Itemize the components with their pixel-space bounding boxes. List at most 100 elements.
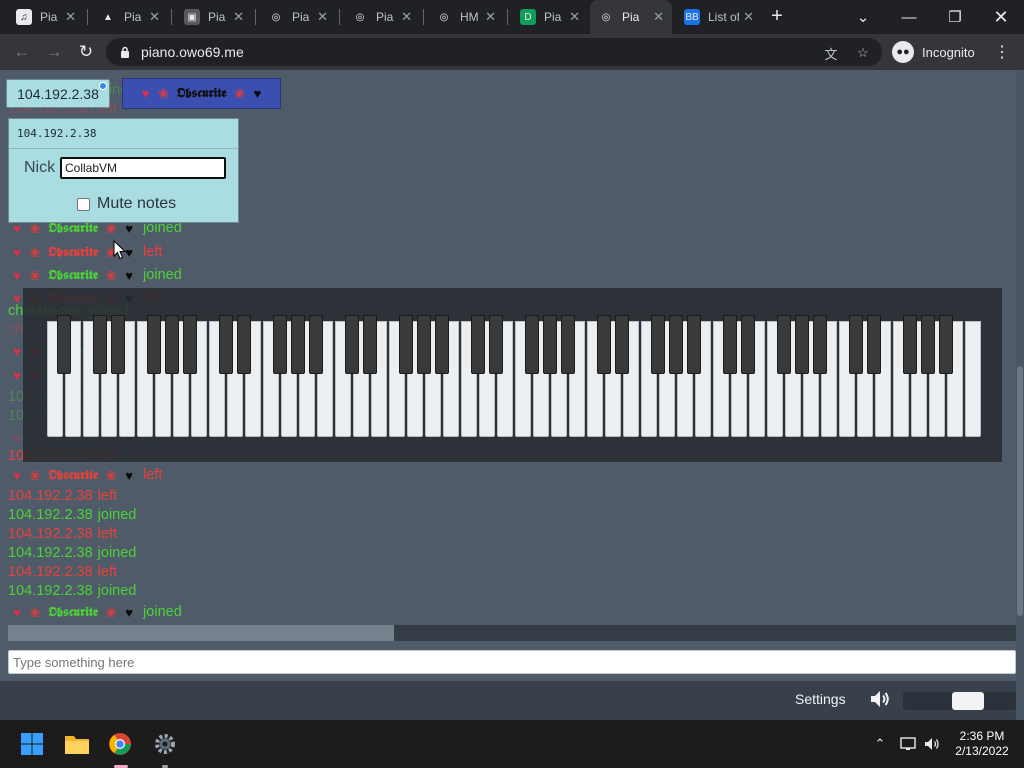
new-tab-button[interactable]: + — [766, 5, 788, 27]
bb-icon: BB — [684, 9, 700, 25]
browser-tab[interactable]: BB List of M✕ — [676, 0, 762, 34]
piano-black-key[interactable] — [777, 315, 791, 374]
piano-black-key[interactable] — [525, 315, 539, 374]
windows-start-icon[interactable] — [16, 728, 48, 760]
piano-black-key[interactable] — [309, 315, 323, 374]
browser-tab[interactable]: ▲ Pia ✕ — [92, 0, 168, 34]
piano-black-key[interactable] — [741, 315, 755, 374]
piano-black-key[interactable] — [363, 315, 377, 374]
piano-black-key[interactable] — [417, 315, 431, 374]
piano-black-key[interactable] — [291, 315, 305, 374]
close-tab-icon[interactable]: ✕ — [65, 9, 76, 25]
piano-black-key[interactable] — [273, 315, 287, 374]
network-icon[interactable] — [898, 734, 918, 754]
back-button[interactable]: ← — [10, 40, 34, 64]
tab-search-button[interactable]: ⌄ — [840, 0, 886, 34]
chat-message: 104.192.2.38left — [8, 525, 117, 544]
volume-slider[interactable] — [903, 692, 1016, 710]
browser-tab[interactable]: ◎ Pia ✕ — [344, 0, 420, 34]
chat-message: ♥ ❀ 𝕺𝖇𝖘𝖈𝖚𝖗𝖎𝖙𝖊 ❀ ♥ joined — [8, 603, 182, 622]
close-tab-icon[interactable]: ✕ — [743, 9, 754, 25]
system-clock[interactable]: 2:36 PM 2/13/2022 — [946, 729, 1018, 759]
close-tab-icon[interactable]: ✕ — [149, 9, 160, 25]
piano-black-key[interactable] — [147, 315, 161, 374]
piano-black-key[interactable] — [903, 315, 917, 374]
piano-black-key[interactable] — [561, 315, 575, 374]
page-scrollbar[interactable] — [1016, 70, 1024, 720]
mute-notes-toggle[interactable]: Mute notes — [77, 195, 176, 213]
piano-black-key[interactable] — [939, 315, 953, 374]
tab-separator — [339, 9, 340, 25]
translate-icon[interactable]: 文 — [822, 44, 840, 62]
piano-page: 104.192.2.38joined104.192.2.38left♥❀𝕺𝖇𝖘𝖈… — [0, 70, 1024, 720]
piano-black-key[interactable] — [669, 315, 683, 374]
settings-button[interactable]: Settings — [795, 691, 846, 707]
piano-black-key[interactable] — [813, 315, 827, 374]
my-user-chip[interactable]: 104.192.2.38 — [6, 79, 110, 108]
piano-black-key[interactable] — [471, 315, 485, 374]
piano-black-key[interactable] — [57, 315, 71, 374]
speaker-icon[interactable] — [868, 687, 892, 711]
piano-black-key[interactable] — [615, 315, 629, 374]
browser-tab[interactable]: ◎ Pia ✕ — [260, 0, 336, 34]
reload-button[interactable]: ↻ — [74, 40, 98, 64]
close-tab-icon[interactable]: ✕ — [401, 9, 412, 25]
volume-tray-icon[interactable] — [922, 734, 942, 754]
close-tab-icon[interactable]: ✕ — [569, 9, 580, 25]
browser-tab[interactable]: ▣ Pia ✕ — [176, 0, 252, 34]
piano-black-key[interactable] — [93, 315, 107, 374]
chrome-icon[interactable] — [104, 728, 136, 760]
chat-input[interactable] — [8, 650, 1016, 674]
piano-black-key[interactable] — [489, 315, 503, 374]
piano-black-key[interactable] — [237, 315, 251, 374]
browser-tab[interactable]: D Pia ✕ — [512, 0, 588, 34]
user-chip-obscurite[interactable]: ♥ ❀ 𝕺𝖇𝖘𝖈𝖚𝖗𝖎𝖙𝖊 ❀ ♥ — [122, 78, 281, 109]
restore-button[interactable]: ❐ — [932, 0, 978, 34]
piano-white-key[interactable] — [965, 321, 981, 437]
piano-black-key[interactable] — [435, 315, 449, 374]
tab-title: Pia — [292, 10, 310, 24]
piano-black-key[interactable] — [687, 315, 701, 374]
forward-button[interactable]: → — [42, 40, 66, 64]
piano-black-key[interactable] — [723, 315, 737, 374]
piano-black-key[interactable] — [921, 315, 935, 374]
bookmark-star-icon[interactable]: ☆ — [854, 44, 872, 62]
piano-black-key[interactable] — [543, 315, 557, 374]
close-tab-icon[interactable]: ✕ — [653, 9, 664, 25]
piano-black-key[interactable] — [165, 315, 179, 374]
piano-black-key[interactable] — [597, 315, 611, 374]
piano-black-key[interactable] — [219, 315, 233, 374]
browser-tab[interactable]: ♫ Pia ✕ — [8, 0, 84, 34]
volume-slider-thumb[interactable] — [952, 692, 984, 710]
scrollbar-thumb[interactable] — [8, 625, 394, 641]
browser-tab[interactable]: ◎ HM ✕ — [428, 0, 504, 34]
piano-black-key[interactable] — [183, 315, 197, 374]
piano-black-key[interactable] — [111, 315, 125, 374]
mute-notes-checkbox[interactable] — [77, 197, 90, 211]
piano-black-key[interactable] — [651, 315, 665, 374]
chevron-up-icon[interactable]: ⌃ — [870, 734, 890, 754]
piano-black-key[interactable] — [345, 315, 359, 374]
minimize-button[interactable]: — — [886, 0, 932, 34]
me-indicator-dot — [99, 82, 107, 90]
rose-icon: ❀ — [29, 468, 41, 483]
close-tab-icon[interactable]: ✕ — [485, 9, 496, 25]
piano-black-key[interactable] — [867, 315, 881, 374]
close-tab-icon[interactable]: ✕ — [317, 9, 328, 25]
globe-icon: ◎ — [271, 11, 281, 23]
horizontal-scrollbar[interactable] — [8, 625, 1016, 641]
lock-icon[interactable] — [118, 45, 132, 59]
piano-black-key[interactable] — [849, 315, 863, 374]
page-scrollbar-thumb[interactable] — [1017, 366, 1023, 616]
file-explorer-icon[interactable] — [61, 728, 93, 760]
close-tab-icon[interactable]: ✕ — [233, 9, 244, 25]
settings-gear-icon[interactable] — [149, 728, 181, 760]
address-bar[interactable]: piano.owo69.me 文 ☆ — [106, 38, 882, 66]
browser-menu-button[interactable]: ⋮ — [994, 40, 1010, 64]
piano-black-key[interactable] — [399, 315, 413, 374]
piano-black-key[interactable] — [795, 315, 809, 374]
incognito-indicator[interactable]: ●● Incognito — [892, 38, 975, 66]
close-window-button[interactable]: ✕ — [978, 0, 1024, 34]
nick-input[interactable] — [60, 157, 226, 179]
browser-tab[interactable]: ◎ Pia ✕ — [590, 0, 672, 34]
